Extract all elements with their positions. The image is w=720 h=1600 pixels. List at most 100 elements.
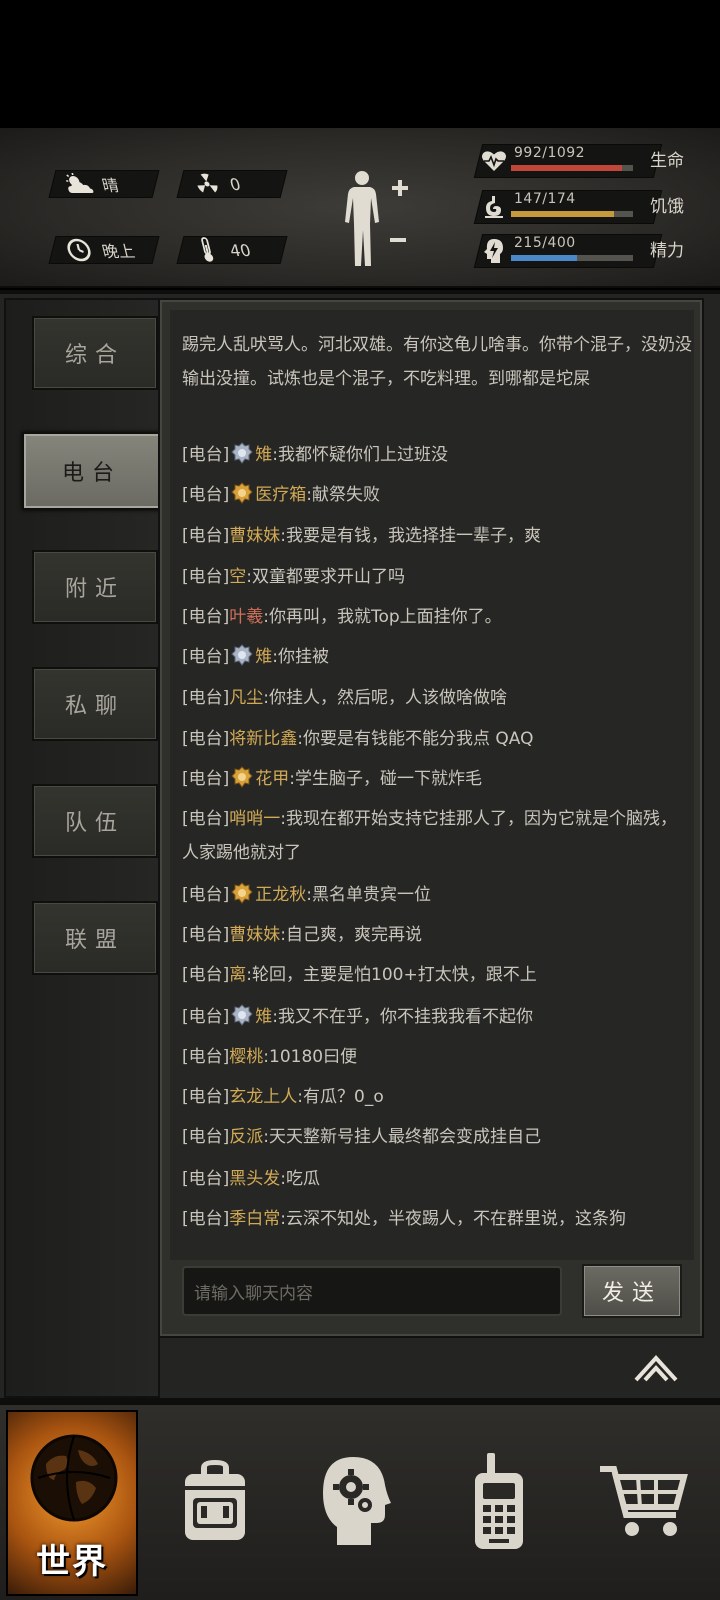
message-text: 踢完人乱吠骂人。河北双雄。有你这龟儿啥事。你带个混子，没奶没输出没撞。试炼也是个… [182, 335, 692, 389]
brain-gear-icon [315, 1453, 395, 1553]
message-channel: [电台] [182, 885, 230, 905]
tab-nearby[interactable]: 附近 [32, 550, 158, 624]
message-sender-name[interactable]: 季白常 [229, 1209, 280, 1229]
message-channel: [电台] [182, 647, 230, 667]
message-channel: [电台] [182, 607, 230, 627]
message-channel: [电台] [182, 769, 230, 789]
message-channel: [电台] [182, 1047, 230, 1067]
message-text: 有瓜？0_o [303, 1087, 384, 1107]
stomach-icon [480, 194, 508, 220]
chat-message: [电台] 花甲:学生脑子，碰一下就炸毛 [182, 762, 692, 796]
silver-rank-badge-icon [231, 1004, 253, 1026]
message-channel: [电台] [182, 485, 230, 505]
message-sender-name[interactable]: 雉 [255, 647, 272, 667]
message-text: 自己爽，爽完再说 [286, 925, 422, 945]
chat-message-list[interactable]: 踢完人乱吠骂人。河北双雄。有你这龟儿啥事。你带个混子，没奶没输出没撞。试炼也是个… [170, 310, 694, 1260]
message-text: 云深不知处，半夜踢人，不在群里说，这条狗 [286, 1209, 626, 1229]
health-bar [511, 165, 633, 171]
nav-world[interactable]: 世界 [6, 1410, 138, 1596]
message-text: 学生脑子，碰一下就炸毛 [295, 769, 482, 789]
message-sender-name[interactable]: 黑头发 [229, 1169, 280, 1189]
tab-team[interactable]: 队伍 [32, 784, 158, 858]
chat-message: [电台]曹妹妹:自己爽，爽完再说 [182, 918, 692, 952]
chat-message: [电台]樱桃:10180曰便 [182, 1040, 692, 1074]
nav-radio[interactable] [444, 1410, 554, 1596]
message-sender-name[interactable]: 离 [229, 965, 246, 985]
lightning-head-icon [480, 238, 508, 264]
message-channel: [电台] [182, 1127, 230, 1147]
radiation-icon [189, 172, 225, 196]
message-text: 双童都要求开山了吗 [252, 567, 405, 587]
chat-message: [电台]反派:天天整新号挂人最终都会变成挂自己 [182, 1120, 692, 1154]
chat-message: [电台]将新比鑫:你要是有钱能不能分我点 QAQ [182, 722, 692, 756]
gold-rank-badge-icon [231, 482, 253, 504]
tab-general[interactable]: 综合 [32, 316, 158, 390]
clock-icon [61, 238, 97, 262]
message-text: 你再叫，我就Top上面挂你了。 [269, 607, 502, 627]
message-sender-name[interactable]: 曹妹妹 [229, 526, 280, 546]
message-sender-name[interactable]: 医疗箱 [255, 485, 306, 505]
tab-radio[interactable]: 电台 [22, 432, 162, 510]
chat-message: [电台]离:轮回，主要是怕100+打太快，跟不上 [182, 958, 692, 992]
thermometer-icon [189, 237, 225, 262]
collapse-up-icon[interactable] [632, 1352, 680, 1382]
shopping-cart-icon [598, 1461, 688, 1545]
chat-message: [电台] 正龙秋:黑名单贵宾一位 [182, 878, 692, 912]
character-body-button[interactable] [342, 168, 412, 272]
message-sender-name[interactable]: 玄龙上人 [229, 1087, 297, 1107]
heartbeat-icon [480, 148, 508, 174]
message-channel: [电台] [182, 925, 230, 945]
message-text: 我要是有钱，我选择挂一辈子，爽 [286, 526, 541, 546]
message-sender-name[interactable]: 樱桃 [229, 1047, 263, 1067]
message-channel: [电台] [182, 1209, 230, 1229]
message-sender-name[interactable]: 雉 [255, 445, 272, 465]
message-text: 你要是有钱能不能分我点 QAQ [303, 729, 534, 749]
chat-message: [电台]凡尘:你挂人，然后呢，人该做啥做啥 [182, 681, 692, 715]
chat-input[interactable]: 请输入聊天内容 [182, 1266, 562, 1316]
chat-message: 踢完人乱吠骂人。河北双雄。有你这龟儿啥事。你带个混子，没奶没输出没撞。试炼也是个… [182, 328, 692, 396]
tab-private-chat[interactable]: 私聊 [32, 667, 158, 741]
message-channel: [电台] [182, 809, 230, 829]
message-channel: [电台] [182, 729, 230, 749]
chat-message: [电台]黑头发:吃瓜 [182, 1162, 692, 1196]
message-sender-name[interactable]: 空 [229, 567, 246, 587]
message-sender-name[interactable]: 反派 [229, 1127, 263, 1147]
chat-message: [电台] 雉:你挂被 [182, 640, 692, 674]
message-sender-name[interactable]: 凡尘 [229, 688, 263, 708]
message-channel: [电台] [182, 1169, 230, 1189]
tab-alliance[interactable]: 联盟 [32, 901, 158, 975]
gold-rank-badge-icon [231, 882, 253, 904]
nav-backpack[interactable] [160, 1410, 270, 1596]
message-text: 我都怀疑你们上过班没 [278, 445, 448, 465]
chat-message: [电台] 雉:我又不在乎，你不挂我我看不起你 [182, 1000, 692, 1034]
message-sender-name[interactable]: 叶羲 [229, 607, 263, 627]
chat-message: [电台]季白常:云深不知处，半夜踢人，不在群里说，这条狗 [182, 1202, 692, 1236]
gold-rank-badge-icon [231, 766, 253, 788]
message-sender-name[interactable]: 正龙秋 [255, 885, 306, 905]
energy-bar [511, 255, 633, 261]
chat-message: [电台]玄龙上人:有瓜？0_o [182, 1080, 692, 1114]
message-sender-name[interactable]: 曹妹妹 [229, 925, 280, 945]
energy-value: 215/400 [514, 235, 576, 251]
message-sender-name[interactable]: 雉 [255, 1007, 272, 1027]
hunger-stat: 147/174 饥饿 [473, 190, 693, 226]
message-text: 吃瓜 [286, 1169, 320, 1189]
chat-message: [电台]曹妹妹:我要是有钱，我选择挂一辈子，爽 [182, 519, 692, 553]
health-label: 生命 [650, 151, 684, 171]
hunger-bar [511, 211, 633, 217]
hunger-label: 饥饿 [650, 197, 684, 217]
send-button[interactable]: 发送 [582, 1264, 682, 1318]
message-channel: [电台] [182, 965, 230, 985]
silver-rank-badge-icon [231, 644, 253, 666]
message-sender-name[interactable]: 花甲 [255, 769, 289, 789]
status-header: 晴 0 晚上 40 992/1092 生命 147/174 饥饿 215/400… [0, 128, 720, 288]
silver-rank-badge-icon [231, 442, 253, 464]
message-text: 我又不在乎，你不挂我我看不起你 [278, 1007, 533, 1027]
nav-skills[interactable] [300, 1410, 410, 1596]
chat-message: [电台] 医疗箱:献祭失败 [182, 478, 692, 512]
hunger-value: 147/174 [514, 191, 576, 207]
message-channel: [电台] [182, 1087, 230, 1107]
message-sender-name[interactable]: 将新比鑫 [229, 729, 297, 749]
message-sender-name[interactable]: 哨哨一 [229, 809, 280, 829]
nav-shop[interactable] [588, 1410, 698, 1596]
